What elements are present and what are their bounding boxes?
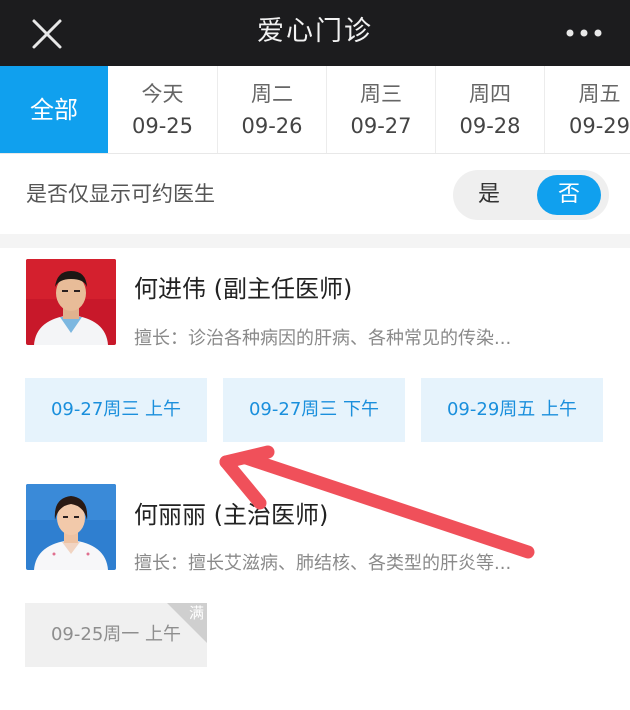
tab-date: 09-29 <box>568 114 630 138</box>
appointment-slot-full: 09-25周一 上午 满 <box>25 603 207 667</box>
title-bar: 爱心门诊 <box>0 0 630 66</box>
page-title: 爱心门诊 <box>257 16 373 47</box>
tab-day-0925[interactable]: 今天 09-25 <box>108 66 218 153</box>
tab-day-0927[interactable]: 周三 09-27 <box>327 66 436 153</box>
tab-weekday: 周三 <box>360 82 402 106</box>
tab-date: 09-27 <box>350 114 412 138</box>
doctor-name[interactable]: 何丽丽 (主治医师) <box>134 497 328 533</box>
toggle-yes-option[interactable]: 是 <box>471 178 507 212</box>
toggle-no-option[interactable]: 否 <box>537 175 601 215</box>
date-tabs: 全部 今天 09-25 周二 09-26 周三 09-27 周四 09-28 周… <box>0 66 630 154</box>
tab-date: 09-26 <box>241 114 303 138</box>
full-badge-text: 满 <box>188 604 204 622</box>
tab-all-label: 全部 <box>30 96 78 124</box>
doctor-name[interactable]: 何进伟 (副主任医师) <box>134 271 352 307</box>
tab-weekday: 周五 <box>578 82 621 106</box>
tab-weekday: 周四 <box>469 82 511 106</box>
doctor-avatar[interactable] <box>26 484 116 570</box>
tab-all[interactable]: 全部 <box>0 66 108 153</box>
doctor-avatar[interactable] <box>26 259 116 345</box>
tab-weekday: 今天 <box>141 82 184 106</box>
tab-day-0926[interactable]: 周二 09-26 <box>218 66 327 153</box>
appointment-slot[interactable]: 09-27周三 下午 <box>223 378 405 442</box>
appointment-slot[interactable]: 09-29周五 上午 <box>421 378 603 442</box>
section-divider <box>0 234 630 248</box>
appointment-slot[interactable]: 09-27周三 上午 <box>25 378 207 442</box>
appointment-slot-label: 09-25周一 上午 <box>50 624 182 645</box>
doctor-specialty: 擅长：诊治各种病因的肝病、各种常见的传染... <box>134 328 512 349</box>
available-filter-label: 是否仅显示可约医生 <box>26 182 215 206</box>
tab-weekday: 周二 <box>251 82 293 106</box>
tab-day-0928[interactable]: 周四 09-28 <box>436 66 545 153</box>
tab-date: 09-28 <box>459 114 521 138</box>
tab-day-0929[interactable]: 周五 09-29 <box>545 66 630 153</box>
more-dots-icon[interactable] <box>564 22 604 44</box>
doctor-specialty: 擅长：擅长艾滋病、肺结核、各类型的肝炎等... <box>134 553 512 574</box>
tab-date: 09-25 <box>131 114 194 138</box>
available-toggle[interactable]: 是 否 <box>453 170 609 220</box>
